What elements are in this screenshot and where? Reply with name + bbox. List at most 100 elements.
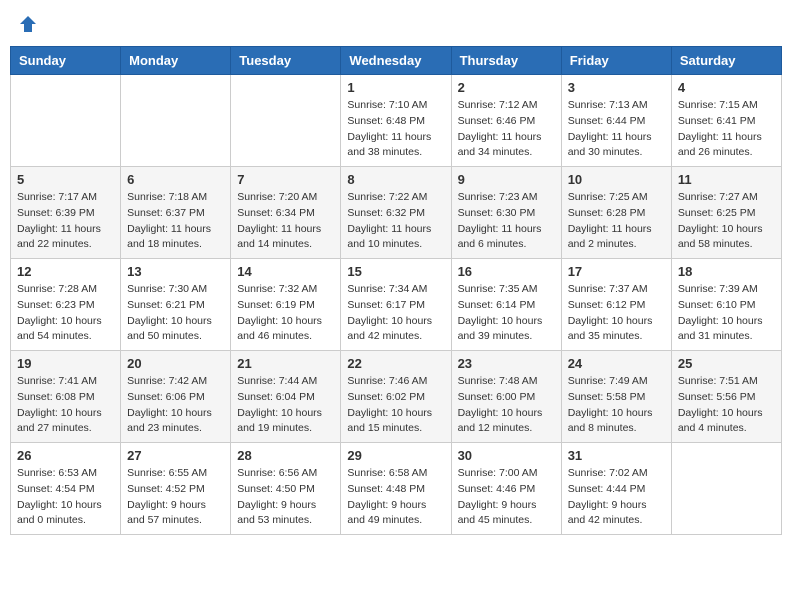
calendar-cell: 12 Sunrise: 7:28 AMSunset: 6:23 PMDayligh… bbox=[11, 259, 121, 351]
calendar-cell: 1 Sunrise: 7:10 AMSunset: 6:48 PMDaylight… bbox=[341, 75, 451, 167]
day-info: Sunrise: 7:41 AMSunset: 6:08 PMDaylight:… bbox=[17, 374, 114, 437]
day-number: 2 bbox=[458, 80, 555, 95]
calendar-cell: 29 Sunrise: 6:58 AMSunset: 4:48 PMDayligh… bbox=[341, 443, 451, 535]
day-number: 15 bbox=[347, 264, 444, 279]
calendar-cell: 2 Sunrise: 7:12 AMSunset: 6:46 PMDaylight… bbox=[451, 75, 561, 167]
day-number: 17 bbox=[568, 264, 665, 279]
day-info: Sunrise: 7:10 AMSunset: 6:48 PMDaylight:… bbox=[347, 98, 444, 161]
calendar-cell bbox=[11, 75, 121, 167]
calendar-cell: 26 Sunrise: 6:53 AMSunset: 4:54 PMDayligh… bbox=[11, 443, 121, 535]
day-number: 6 bbox=[127, 172, 224, 187]
calendar-week-row: 26 Sunrise: 6:53 AMSunset: 4:54 PMDayligh… bbox=[11, 443, 782, 535]
calendar-table: SundayMondayTuesdayWednesdayThursdayFrid… bbox=[10, 46, 782, 535]
day-info: Sunrise: 7:12 AMSunset: 6:46 PMDaylight:… bbox=[458, 98, 555, 161]
calendar-cell: 27 Sunrise: 6:55 AMSunset: 4:52 PMDayligh… bbox=[121, 443, 231, 535]
calendar-cell: 28 Sunrise: 6:56 AMSunset: 4:50 PMDayligh… bbox=[231, 443, 341, 535]
calendar-cell: 6 Sunrise: 7:18 AMSunset: 6:37 PMDaylight… bbox=[121, 167, 231, 259]
calendar-cell: 15 Sunrise: 7:34 AMSunset: 6:17 PMDayligh… bbox=[341, 259, 451, 351]
calendar-day-header: Thursday bbox=[451, 47, 561, 75]
day-number: 29 bbox=[347, 448, 444, 463]
day-number: 24 bbox=[568, 356, 665, 371]
day-info: Sunrise: 7:15 AMSunset: 6:41 PMDaylight:… bbox=[678, 98, 775, 161]
calendar-week-row: 1 Sunrise: 7:10 AMSunset: 6:48 PMDaylight… bbox=[11, 75, 782, 167]
calendar-cell bbox=[231, 75, 341, 167]
day-number: 19 bbox=[17, 356, 114, 371]
day-number: 14 bbox=[237, 264, 334, 279]
day-info: Sunrise: 7:49 AMSunset: 5:58 PMDaylight:… bbox=[568, 374, 665, 437]
day-number: 9 bbox=[458, 172, 555, 187]
calendar-cell: 22Sunrise: 7:46 AMSunset: 6:02 PMDayligh… bbox=[341, 351, 451, 443]
day-info: Sunrise: 7:34 AMSunset: 6:17 PMDaylight:… bbox=[347, 282, 444, 345]
day-info: Sunrise: 7:35 AMSunset: 6:14 PMDaylight:… bbox=[458, 282, 555, 345]
day-number: 12 bbox=[17, 264, 114, 279]
calendar-cell: 21 Sunrise: 7:44 AMSunset: 6:04 PMDayligh… bbox=[231, 351, 341, 443]
day-info: Sunrise: 7:39 AMSunset: 6:10 PMDaylight:… bbox=[678, 282, 775, 345]
day-info: Sunrise: 6:56 AMSunset: 4:50 PMDaylight:… bbox=[237, 466, 334, 529]
day-info: Sunrise: 7:20 AMSunset: 6:34 PMDaylight:… bbox=[237, 190, 334, 253]
day-number: 8 bbox=[347, 172, 444, 187]
day-number: 31 bbox=[568, 448, 665, 463]
day-number: 22 bbox=[347, 356, 444, 371]
day-number: 3 bbox=[568, 80, 665, 95]
calendar-header-row: SundayMondayTuesdayWednesdayThursdayFrid… bbox=[11, 47, 782, 75]
day-info: Sunrise: 7:42 AMSunset: 6:06 PMDaylight:… bbox=[127, 374, 224, 437]
calendar-cell: 20 Sunrise: 7:42 AMSunset: 6:06 PMDayligh… bbox=[121, 351, 231, 443]
day-info: Sunrise: 7:32 AMSunset: 6:19 PMDaylight:… bbox=[237, 282, 334, 345]
day-info: Sunrise: 7:02 AMSunset: 4:44 PMDaylight:… bbox=[568, 466, 665, 529]
logo-icon bbox=[18, 14, 38, 34]
day-number: 20 bbox=[127, 356, 224, 371]
calendar-cell: 31 Sunrise: 7:02 AMSunset: 4:44 PMDayligh… bbox=[561, 443, 671, 535]
calendar-cell: 30Sunrise: 7:00 AMSunset: 4:46 PMDayligh… bbox=[451, 443, 561, 535]
calendar-day-header: Tuesday bbox=[231, 47, 341, 75]
calendar-cell: 10 Sunrise: 7:25 AMSunset: 6:28 PMDayligh… bbox=[561, 167, 671, 259]
day-info: Sunrise: 7:13 AMSunset: 6:44 PMDaylight:… bbox=[568, 98, 665, 161]
day-number: 27 bbox=[127, 448, 224, 463]
day-info: Sunrise: 7:17 AMSunset: 6:39 PMDaylight:… bbox=[17, 190, 114, 253]
calendar-cell: 11Sunrise: 7:27 AMSunset: 6:25 PMDayligh… bbox=[671, 167, 781, 259]
day-info: Sunrise: 6:55 AMSunset: 4:52 PMDaylight:… bbox=[127, 466, 224, 529]
day-info: Sunrise: 7:44 AMSunset: 6:04 PMDaylight:… bbox=[237, 374, 334, 437]
logo bbox=[16, 14, 38, 34]
day-number: 26 bbox=[17, 448, 114, 463]
calendar-cell: 25Sunrise: 7:51 AMSunset: 5:56 PMDayligh… bbox=[671, 351, 781, 443]
calendar-day-header: Wednesday bbox=[341, 47, 451, 75]
day-info: Sunrise: 6:58 AMSunset: 4:48 PMDaylight:… bbox=[347, 466, 444, 529]
day-number: 7 bbox=[237, 172, 334, 187]
day-number: 5 bbox=[17, 172, 114, 187]
calendar-week-row: 5 Sunrise: 7:17 AMSunset: 6:39 PMDaylight… bbox=[11, 167, 782, 259]
day-info: Sunrise: 7:48 AMSunset: 6:00 PMDaylight:… bbox=[458, 374, 555, 437]
calendar-day-header: Monday bbox=[121, 47, 231, 75]
day-number: 16 bbox=[458, 264, 555, 279]
calendar-cell: 3 Sunrise: 7:13 AMSunset: 6:44 PMDaylight… bbox=[561, 75, 671, 167]
day-number: 10 bbox=[568, 172, 665, 187]
calendar-cell: 24 Sunrise: 7:49 AMSunset: 5:58 PMDayligh… bbox=[561, 351, 671, 443]
calendar-cell: 5 Sunrise: 7:17 AMSunset: 6:39 PMDaylight… bbox=[11, 167, 121, 259]
day-info: Sunrise: 7:25 AMSunset: 6:28 PMDaylight:… bbox=[568, 190, 665, 253]
calendar-cell bbox=[121, 75, 231, 167]
day-number: 21 bbox=[237, 356, 334, 371]
calendar-cell: 8 Sunrise: 7:22 AMSunset: 6:32 PMDaylight… bbox=[341, 167, 451, 259]
day-info: Sunrise: 7:22 AMSunset: 6:32 PMDaylight:… bbox=[347, 190, 444, 253]
calendar-week-row: 19 Sunrise: 7:41 AMSunset: 6:08 PMDayligh… bbox=[11, 351, 782, 443]
calendar-cell: 18 Sunrise: 7:39 AMSunset: 6:10 PMDayligh… bbox=[671, 259, 781, 351]
day-info: Sunrise: 7:27 AMSunset: 6:25 PMDaylight:… bbox=[678, 190, 775, 253]
calendar-cell bbox=[671, 443, 781, 535]
calendar-cell: 14 Sunrise: 7:32 AMSunset: 6:19 PMDayligh… bbox=[231, 259, 341, 351]
calendar-cell: 19 Sunrise: 7:41 AMSunset: 6:08 PMDayligh… bbox=[11, 351, 121, 443]
calendar-cell: 9 Sunrise: 7:23 AMSunset: 6:30 PMDaylight… bbox=[451, 167, 561, 259]
calendar-cell: 13Sunrise: 7:30 AMSunset: 6:21 PMDayligh… bbox=[121, 259, 231, 351]
day-info: Sunrise: 7:28 AMSunset: 6:23 PMDaylight:… bbox=[17, 282, 114, 345]
day-number: 23 bbox=[458, 356, 555, 371]
day-number: 1 bbox=[347, 80, 444, 95]
day-number: 18 bbox=[678, 264, 775, 279]
calendar-day-header: Saturday bbox=[671, 47, 781, 75]
calendar-cell: 16 Sunrise: 7:35 AMSunset: 6:14 PMDayligh… bbox=[451, 259, 561, 351]
day-info: Sunrise: 7:18 AMSunset: 6:37 PMDaylight:… bbox=[127, 190, 224, 253]
day-number: 13 bbox=[127, 264, 224, 279]
day-info: Sunrise: 7:00 AMSunset: 4:46 PMDaylight:… bbox=[458, 466, 555, 529]
calendar-cell: 4Sunrise: 7:15 AMSunset: 6:41 PMDaylight… bbox=[671, 75, 781, 167]
calendar-day-header: Friday bbox=[561, 47, 671, 75]
day-number: 28 bbox=[237, 448, 334, 463]
day-info: Sunrise: 7:23 AMSunset: 6:30 PMDaylight:… bbox=[458, 190, 555, 253]
day-info: Sunrise: 6:53 AMSunset: 4:54 PMDaylight:… bbox=[17, 466, 114, 529]
